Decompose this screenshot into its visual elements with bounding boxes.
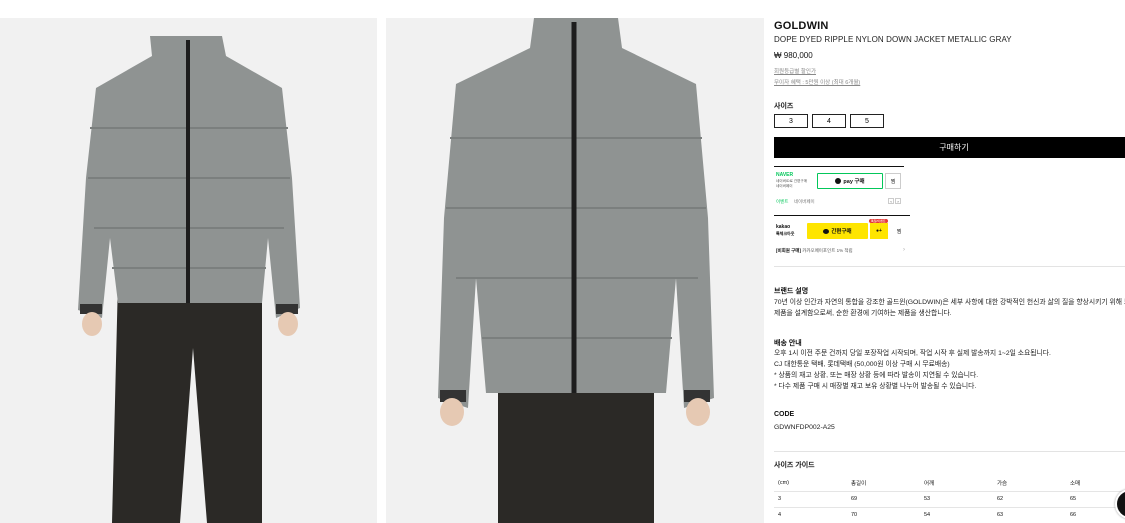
table-cell: 69 — [851, 496, 858, 502]
size-option-4[interactable]: 4 — [812, 114, 846, 128]
kakao-talk-icon[interactable]: ●+ — [870, 223, 888, 239]
size-option-5[interactable]: 5 — [850, 114, 884, 128]
naver-event-label: 이벤트 — [776, 199, 789, 204]
table-cell: 70 — [851, 512, 858, 518]
naver-logo: NAVER — [776, 172, 794, 178]
product-info-panel: GOLDWIN DOPE DYED RIPPLE NYLON DOWN JACK… — [774, 0, 1125, 523]
kakao-promo-text: 카카오페이포인트 1% 적립 — [802, 248, 853, 253]
kakao-subtitle: 톡체크아웃 — [776, 231, 795, 236]
member-discount-link[interactable]: 회원등급별 할인가 — [774, 67, 816, 75]
shipping-info-line: * 다수 제품 구매 시 매장별 재고 보유 상황별 나누어 발송될 수 있습니… — [774, 383, 977, 390]
size-guide-table: (cm) 총길이 어깨 가슴 소매 3 69 53 62 65 4 70 54 … — [774, 475, 1125, 523]
product-code-title: CODE — [774, 411, 795, 418]
naver-pay-button[interactable]: pay 구매 — [817, 173, 883, 189]
naver-event-nav: ‹ › — [888, 198, 901, 204]
naver-pay-block: NAVER 네이버ID로 간편구매 네이버페이 pay 구매 찜 이벤트 네이버… — [774, 166, 904, 211]
table-cell: 53 — [924, 496, 931, 502]
product-image-front-drawing — [0, 18, 377, 523]
kakao-promo[interactable]: [비회원 구매] 카카오페이포인트 1% 적립 — [776, 248, 853, 254]
size-option-3[interactable]: 3 — [774, 114, 808, 128]
kakao-wishlist-button[interactable]: 찜 — [891, 223, 907, 239]
table-cell: 3 — [778, 496, 782, 502]
product-image-detail-drawing — [386, 18, 764, 523]
brand-description-text: 70년 이상 인간과 자연의 통합을 강조한 골드윈(GOLDWIN)은 세부 … — [774, 297, 1125, 319]
kakao-pay-label: 간편구매 — [831, 229, 852, 235]
size-guide-header: 어깨 — [924, 480, 935, 487]
kakao-pay-button[interactable]: 간편구매 — [807, 223, 868, 239]
kakao-promo-label: [비회원 구매] — [776, 248, 801, 253]
product-image-front[interactable] — [0, 18, 377, 523]
brand-description-line: 70년 이상 인간과 자연의 통합을 강조한 골드윈(GOLDWIN)은 세부 … — [774, 299, 1125, 306]
table-cell: 54 — [924, 512, 931, 518]
shipping-info-line: 오후 1시 이전 주문 건까지 당일 포장작업 시작되며, 작업 시작 후 실제… — [774, 350, 1051, 357]
chat-bubble-icon — [823, 228, 830, 234]
product-image-detail[interactable] — [386, 18, 764, 523]
size-guide-header: 가슴 — [997, 480, 1008, 487]
chevron-right-icon[interactable]: › — [903, 247, 905, 253]
chevron-left-icon[interactable]: ‹ — [888, 198, 894, 204]
chevron-right-icon[interactable]: › — [895, 198, 901, 204]
product-title: DOPE DYED RIPPLE NYLON DOWN JACKET METAL… — [774, 35, 1012, 44]
table-cell: 63 — [997, 512, 1004, 518]
shipping-info-title: 배송 안내 — [774, 340, 802, 347]
product-price: ₩ 980,000 — [774, 51, 813, 60]
size-guide-header: 소매 — [1070, 480, 1081, 487]
section-divider — [774, 266, 1125, 267]
naver-pay-icon — [835, 178, 842, 184]
naver-event-text: 네이버페이 — [794, 199, 815, 204]
table-cell: 4 — [778, 512, 782, 518]
table-row: 3 69 53 62 65 — [774, 491, 1125, 507]
shipping-info-text: 오후 1시 이전 주문 건까지 당일 포장작업 시작되며, 작업 시작 후 실제… — [774, 348, 1051, 392]
naver-pay-label: pay 구매 — [843, 179, 865, 185]
installment-link[interactable]: 무이자 혜택 : 5만원 이상 (최대 6개월) — [774, 78, 860, 86]
size-guide-title: 사이즈 가이드 — [774, 462, 815, 469]
kakao-checkout-block: kakao 톡체크아웃 간편구매 톡딜/이벤트 ●+ 찜 [비회원 구매] 카카… — [774, 215, 910, 257]
shipping-info-line: * 상품의 재고 상황, 또는 매장 상황 등에 따라 발송이 지연될 수 있습… — [774, 372, 979, 379]
brand-description-line: 제품을 설계함으로써, 순한 환경에 기여하는 제품을 생산합니다. — [774, 310, 952, 317]
size-guide-header: (cm) — [778, 479, 789, 486]
naver-subtitle-line2: 네이버페이 — [776, 184, 793, 188]
buy-button[interactable]: 구매하기 — [774, 137, 1125, 158]
brand-description-title: 브랜드 설명 — [774, 288, 809, 295]
size-options: 3 4 5 — [774, 114, 884, 128]
brand-name[interactable]: GOLDWIN — [774, 20, 829, 32]
kakao-logo: kakao — [776, 224, 791, 230]
naver-wishlist-button[interactable]: 찜 — [885, 173, 901, 189]
size-guide-header: 총길이 — [851, 480, 867, 487]
size-label: 사이즈 — [774, 103, 794, 110]
section-divider — [774, 451, 1125, 452]
table-row: 4 70 54 63 66 — [774, 507, 1125, 523]
table-cell: 62 — [997, 496, 1004, 502]
shipping-info-line: CJ 대한통운 택배, 롯데택배 (50,000원 이상 구매 시 무료배송) — [774, 361, 950, 368]
naver-subtitle: 네이버ID로 간편구매 네이버페이 — [776, 179, 807, 189]
size-guide-header-row: (cm) 총길이 어깨 가슴 소매 — [774, 475, 1125, 491]
product-code-value: GDWNFDP002-A25 — [774, 424, 835, 431]
